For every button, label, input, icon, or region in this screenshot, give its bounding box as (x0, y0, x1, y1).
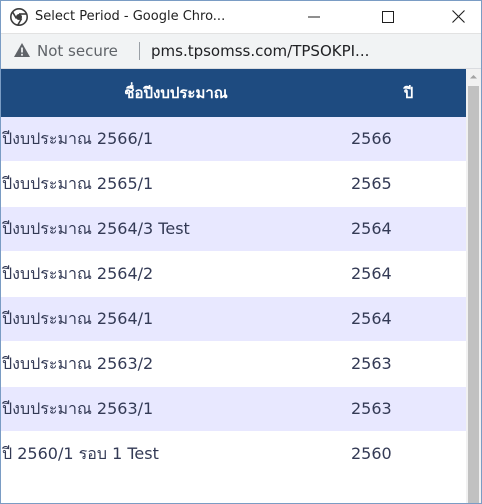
page-content: ชื่อปีงบประมาณ ปี ปีงบประมาณ 2566/1 2566… (1, 69, 481, 503)
row-name[interactable]: ปีงบประมาณ 2563/1 (2, 387, 153, 431)
row-year: 2564 (351, 219, 392, 238)
row-year: 2563 (351, 399, 392, 418)
table-row[interactable]: ปีงบประมาณ 2564/2 2564 (1, 252, 466, 297)
window-title: Select Period - Google Chro... (35, 9, 226, 24)
scrollbar-thumb[interactable] (468, 86, 479, 503)
title-bar[interactable]: Select Period - Google Chro... (1, 1, 481, 34)
period-table: ชื่อปีงบประมาณ ปี ปีงบประมาณ 2566/1 2566… (1, 69, 466, 477)
security-status[interactable]: Not secure (37, 34, 118, 68)
table-header: ชื่อปีงบประมาณ ปี (1, 69, 466, 117)
row-name[interactable]: ปีงบประมาณ 2566/1 (2, 117, 153, 161)
close-button[interactable] (435, 1, 481, 33)
table-row[interactable]: ปีงบประมาณ 2566/1 2566 (1, 117, 466, 162)
row-name[interactable]: ปีงบประมาณ 2564/2 (2, 252, 153, 296)
row-year: 2563 (351, 354, 392, 373)
table-row[interactable]: ปีงบประมาณ 2563/1 2563 (1, 387, 466, 432)
row-year: 2566 (351, 129, 392, 148)
close-icon (451, 8, 465, 27)
row-year: 2560 (351, 444, 392, 463)
table-row[interactable]: ปีงบประมาณ 2564/3 Test 2564 (1, 207, 466, 252)
vertical-scrollbar[interactable] (466, 69, 481, 503)
maximize-button[interactable] (365, 1, 411, 33)
warning-triangle-icon[interactable] (13, 42, 31, 58)
minimize-button[interactable] (291, 1, 337, 33)
row-name[interactable]: ปีงบประมาณ 2564/1 (2, 297, 153, 341)
minimize-icon (308, 8, 320, 27)
maximize-icon (382, 8, 394, 27)
scroll-up-arrow-icon[interactable] (466, 69, 481, 84)
table-row[interactable]: ปีงบประมาณ 2563/2 2563 (1, 342, 466, 387)
row-name[interactable]: ปีงบประมาณ 2565/1 (2, 162, 153, 206)
chrome-icon (10, 8, 28, 26)
table-row[interactable]: ปีงบประมาณ 2564/1 2564 (1, 297, 466, 342)
address-bar[interactable]: Not secure pms.tpsomss.com/TPSOKPI... (1, 34, 481, 69)
url-text[interactable]: pms.tpsomss.com/TPSOKPI... (151, 34, 369, 68)
popup-window: Select Period - Google Chro... Not secur… (0, 0, 482, 504)
row-name[interactable]: ปี 2560/1 รอบ 1 Test (2, 432, 159, 476)
row-name[interactable]: ปีงบประมาณ 2564/3 Test (2, 207, 190, 251)
table-row[interactable]: ปี 2560/1 รอบ 1 Test 2560 (1, 432, 466, 477)
address-separator (139, 42, 140, 60)
row-year: 2565 (351, 174, 392, 193)
row-year: 2564 (351, 309, 392, 328)
column-header-name: ชื่อปีงบประมาณ (124, 84, 228, 102)
column-header-year: ปี (403, 84, 414, 102)
row-year: 2564 (351, 264, 392, 283)
row-name[interactable]: ปีงบประมาณ 2563/2 (2, 342, 153, 386)
table-row[interactable]: ปีงบประมาณ 2565/1 2565 (1, 162, 466, 207)
